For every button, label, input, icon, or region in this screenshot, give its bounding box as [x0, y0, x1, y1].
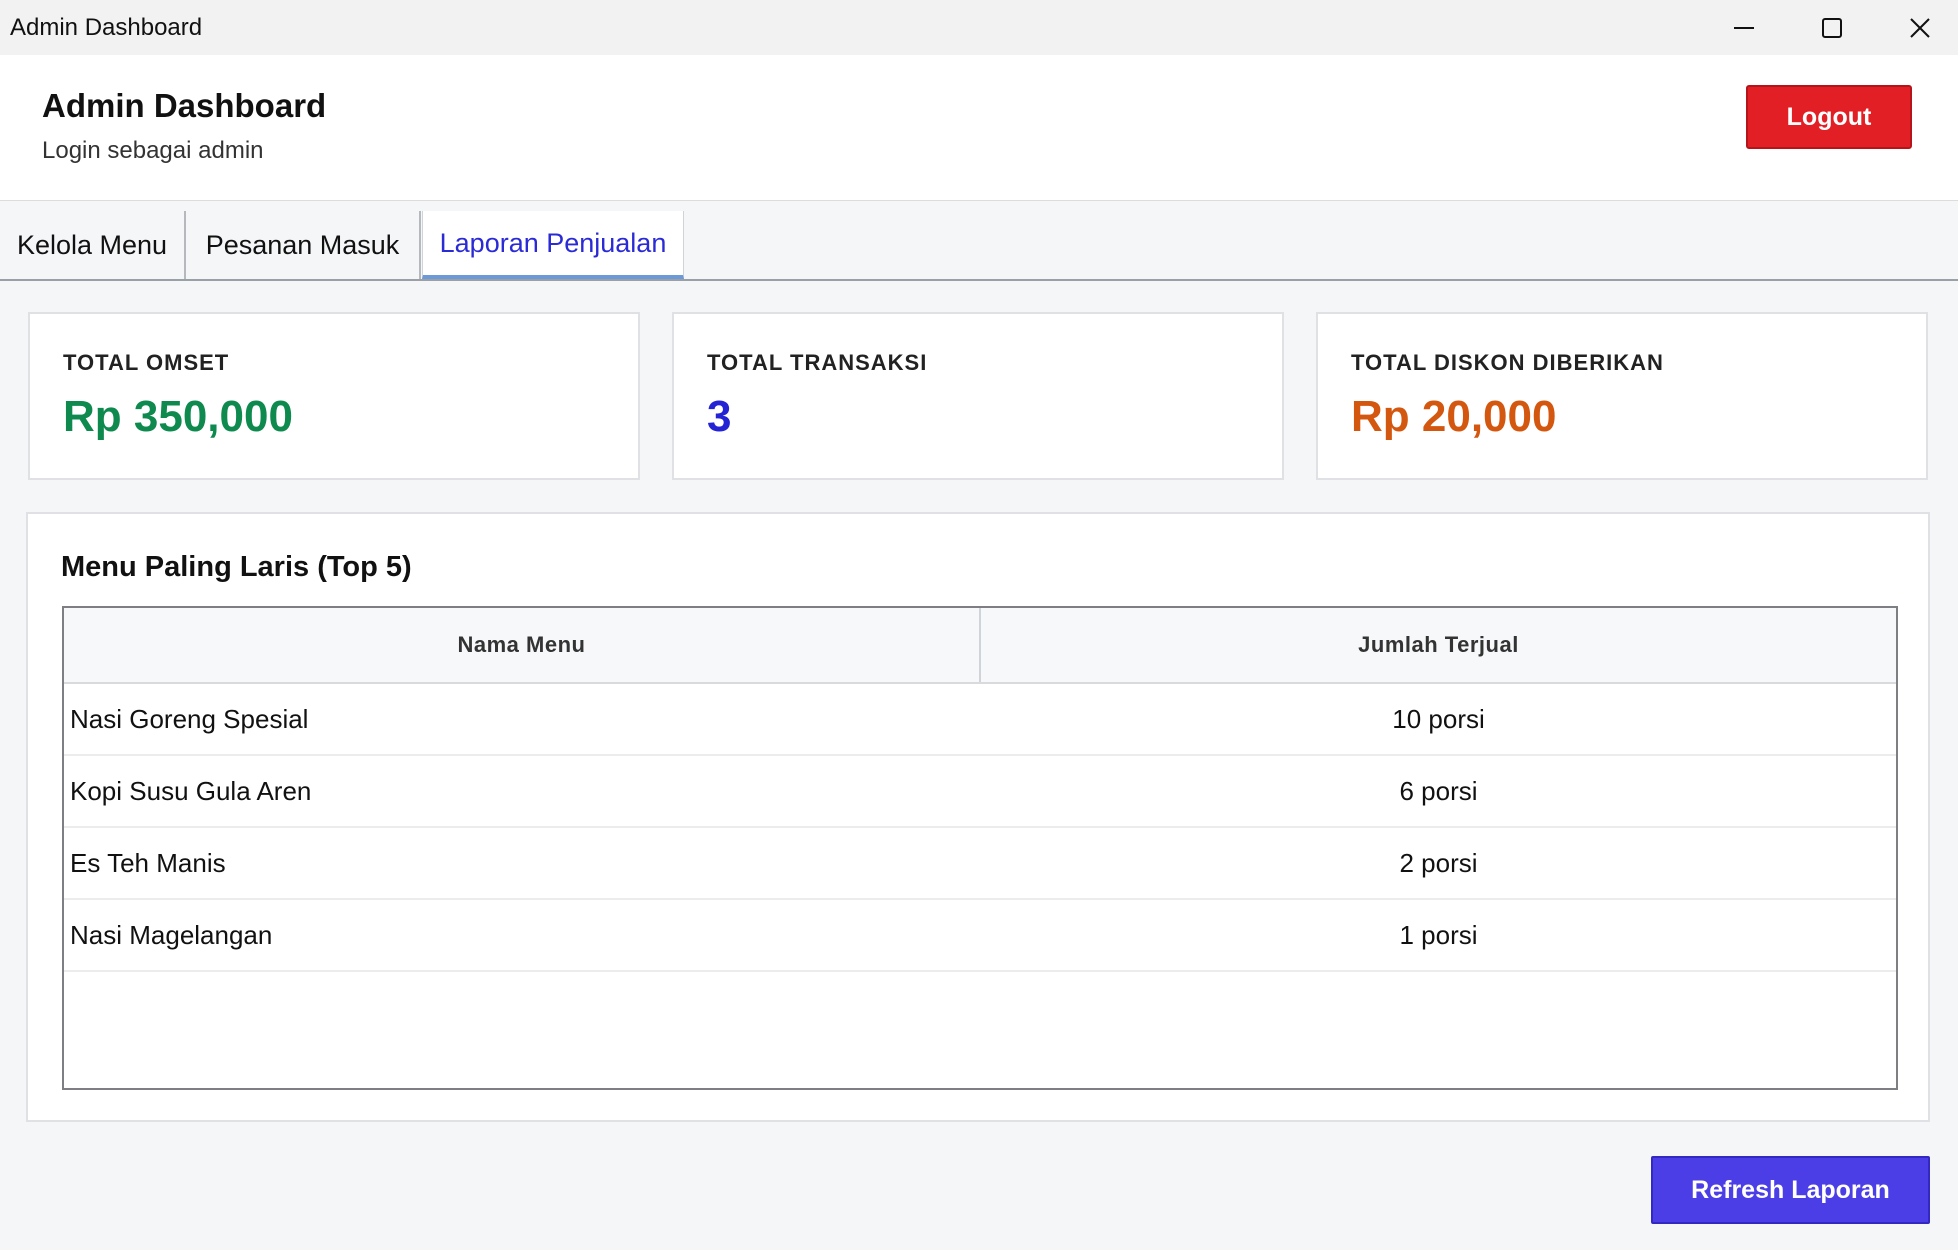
cell-quantity: 6 porsi [1399, 775, 1478, 806]
table-row[interactable]: Nasi Magelangan 1 porsi [64, 900, 1896, 972]
tab-pesanan-masuk[interactable]: Pesanan Masuk [186, 211, 421, 279]
table-row[interactable]: Es Teh Manis 2 porsi [64, 828, 1896, 900]
column-header-jumlah-terjual[interactable]: Jumlah Terjual [981, 608, 1896, 682]
refresh-report-button[interactable]: Refresh Laporan [1651, 1156, 1930, 1224]
close-icon [1908, 16, 1932, 40]
stat-label: TOTAL DISKON DIBERIKAN [1351, 350, 1664, 375]
stat-card-total-transaksi: TOTAL TRANSAKSI 3 [672, 312, 1284, 480]
table-header: Nama Menu Jumlah Terjual [64, 608, 1896, 684]
cell-quantity: 10 porsi [1392, 703, 1485, 734]
window-titlebar: Admin Dashboard [0, 0, 1958, 55]
cell-quantity: 2 porsi [1399, 847, 1478, 878]
column-header-nama-menu[interactable]: Nama Menu [64, 608, 981, 682]
tab-bar: Kelola Menu Pesanan Masuk Laporan Penjua… [0, 201, 1958, 281]
logout-button[interactable]: Logout [1746, 85, 1912, 149]
top-menu-panel: Menu Paling Laris (Top 5) Nama Menu Juml… [26, 512, 1930, 1122]
stat-card-total-diskon: TOTAL DISKON DIBERIKAN Rp 20,000 [1316, 312, 1928, 480]
login-status: Login sebagai admin [42, 137, 264, 164]
table-row[interactable]: Nasi Goreng Spesial 10 porsi [64, 684, 1896, 756]
minimize-icon [1733, 17, 1755, 39]
cell-menu-name: Es Teh Manis [70, 847, 226, 878]
stat-label: TOTAL TRANSAKSI [707, 350, 928, 375]
table-row[interactable]: Kopi Susu Gula Aren 6 porsi [64, 756, 1896, 828]
tab-laporan-penjualan[interactable]: Laporan Penjualan [422, 211, 684, 279]
tab-kelola-menu[interactable]: Kelola Menu [0, 211, 186, 279]
cell-menu-name: Nasi Magelangan [70, 919, 273, 950]
top-menu-table[interactable]: Nama Menu Jumlah Terjual Nasi Goreng Spe… [62, 606, 1898, 1090]
window-title: Admin Dashboard [10, 14, 203, 41]
close-button[interactable] [1876, 0, 1958, 55]
cell-menu-name: Kopi Susu Gula Aren [70, 775, 312, 806]
stat-value: Rp 350,000 [63, 392, 293, 441]
stat-value: Rp 20,000 [1351, 392, 1557, 441]
stat-label: TOTAL OMSET [63, 350, 230, 375]
app-header: Admin Dashboard Login sebagai admin Logo… [0, 55, 1958, 201]
stat-value: 3 [707, 392, 732, 441]
cell-quantity: 1 porsi [1399, 919, 1478, 950]
page-title: Admin Dashboard [42, 87, 327, 124]
stat-card-total-omset: TOTAL OMSET Rp 350,000 [28, 312, 640, 480]
minimize-button[interactable] [1700, 0, 1788, 55]
maximize-icon [1821, 17, 1843, 39]
cell-menu-name: Nasi Goreng Spesial [70, 703, 309, 734]
maximize-button[interactable] [1788, 0, 1876, 55]
section-title: Menu Paling Laris (Top 5) [61, 551, 412, 583]
